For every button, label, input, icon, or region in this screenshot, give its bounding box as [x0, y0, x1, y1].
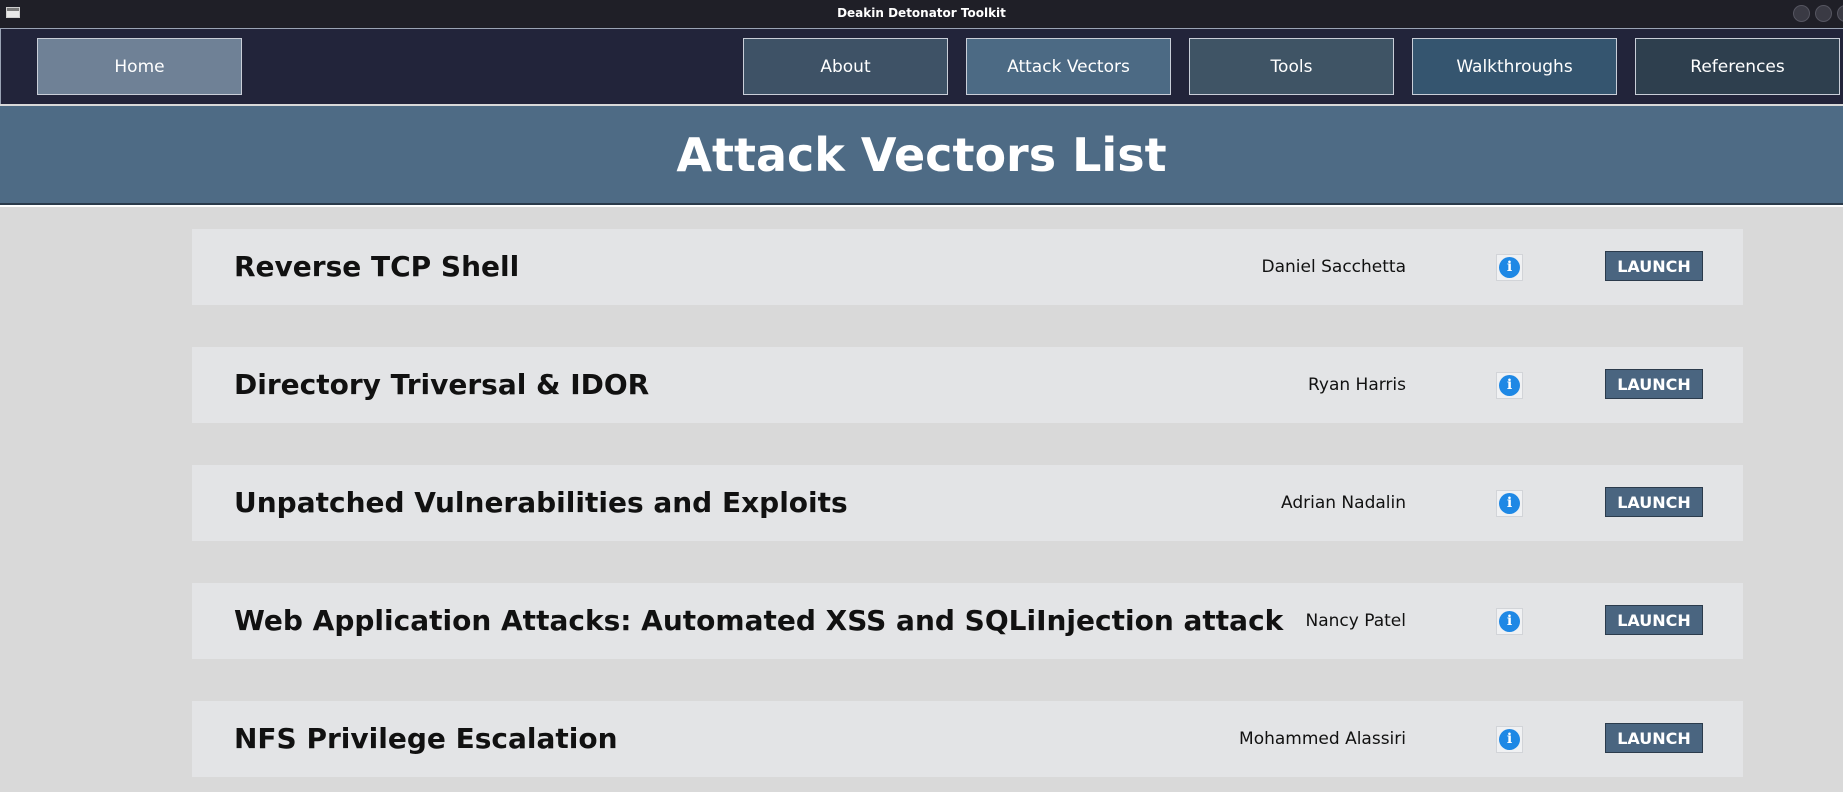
info-button[interactable]: i	[1496, 254, 1523, 281]
info-icon: i	[1499, 375, 1520, 396]
launch-button[interactable]: LAUNCH	[1605, 605, 1703, 635]
top-navbar: Home About Attack Vectors Tools Walkthro…	[0, 28, 1843, 104]
launch-button[interactable]: LAUNCH	[1605, 251, 1703, 281]
attack-vector-author: Nancy Patel	[1305, 611, 1406, 631]
close-icon[interactable]	[1837, 5, 1843, 22]
launch-button[interactable]: LAUNCH	[1605, 723, 1703, 753]
list-item: Unpatched Vulnerabilities and Exploits A…	[192, 465, 1743, 541]
launch-button[interactable]: LAUNCH	[1605, 369, 1703, 399]
maximize-icon[interactable]	[1815, 5, 1832, 22]
attack-vector-author: Adrian Nadalin	[1281, 493, 1406, 513]
attack-vector-title: NFS Privilege Escalation	[234, 722, 618, 755]
page-title: Attack Vectors List	[676, 127, 1167, 182]
launch-button[interactable]: LAUNCH	[1605, 487, 1703, 517]
nav-references-button[interactable]: References	[1635, 38, 1840, 95]
attack-vector-title: Reverse TCP Shell	[234, 250, 520, 283]
attack-vector-author: Ryan Harris	[1308, 375, 1406, 395]
nav-home-button[interactable]: Home	[37, 38, 242, 95]
attack-vector-author: Mohammed Alassiri	[1239, 729, 1406, 749]
nav-attack-vectors-button[interactable]: Attack Vectors	[966, 38, 1171, 95]
list-item: NFS Privilege Escalation Mohammed Alassi…	[192, 701, 1743, 777]
info-icon: i	[1499, 611, 1520, 632]
list-item: Reverse TCP Shell Daniel Sacchetta i LAU…	[192, 229, 1743, 305]
app-window-icon	[6, 7, 20, 18]
header-divider	[0, 205, 1843, 207]
window-titlebar: Deakin Detonator Toolkit	[0, 0, 1843, 28]
attack-vector-title: Directory Triversal & IDOR	[234, 368, 650, 401]
attack-vector-author: Daniel Sacchetta	[1261, 257, 1406, 277]
page-header: Attack Vectors List	[0, 106, 1843, 205]
attack-vector-title: Web Application Attacks: Automated XSS a…	[234, 604, 1284, 637]
info-button[interactable]: i	[1496, 608, 1523, 635]
info-icon: i	[1499, 729, 1520, 750]
window-title: Deakin Detonator Toolkit	[837, 6, 1006, 20]
minimize-icon[interactable]	[1793, 5, 1810, 22]
nav-about-button[interactable]: About	[743, 38, 948, 95]
info-icon: i	[1499, 257, 1520, 278]
attack-vector-title: Unpatched Vulnerabilities and Exploits	[234, 486, 848, 519]
info-icon: i	[1499, 493, 1520, 514]
info-button[interactable]: i	[1496, 372, 1523, 399]
nav-tools-button[interactable]: Tools	[1189, 38, 1394, 95]
list-item: Directory Triversal & IDOR Ryan Harris i…	[192, 347, 1743, 423]
info-button[interactable]: i	[1496, 726, 1523, 753]
nav-walkthroughs-button[interactable]: Walkthroughs	[1412, 38, 1617, 95]
list-item: Web Application Attacks: Automated XSS a…	[192, 583, 1743, 659]
info-button[interactable]: i	[1496, 490, 1523, 517]
